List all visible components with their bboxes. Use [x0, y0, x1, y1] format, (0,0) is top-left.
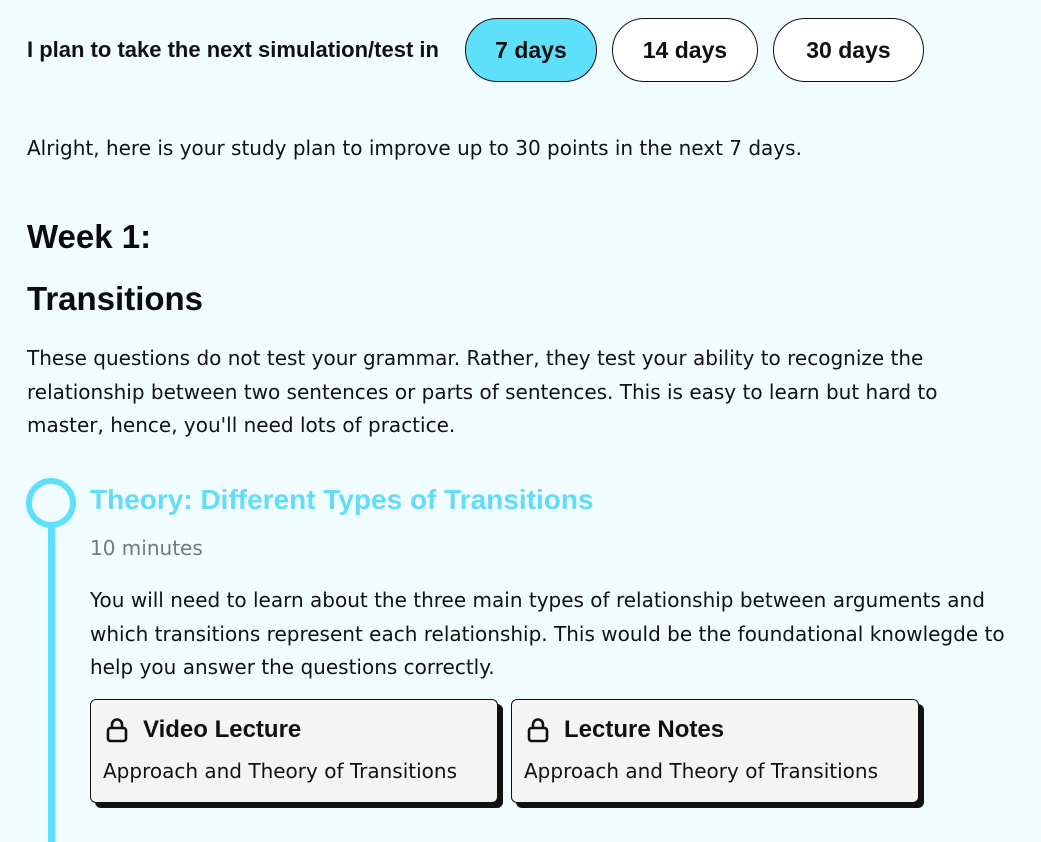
card-header: Video Lecture: [106, 716, 301, 744]
step-duration: 10 minutes: [90, 536, 203, 560]
card-header: Lecture Notes: [527, 716, 724, 744]
study-plan-intro: Alright, here is your study plan to impr…: [27, 136, 802, 160]
topic-title: Transitions: [27, 280, 204, 317]
option-30-days-button[interactable]: 30 days: [772, 18, 924, 82]
option-14-days-button[interactable]: 14 days: [611, 18, 758, 82]
week-title: Week 1:: [27, 218, 152, 255]
timeline-node: [26, 478, 76, 528]
card-resource-name: Approach and Theory of Transitions: [524, 759, 878, 783]
lecture-notes-card[interactable]: Lecture Notes Approach and Theory of Tra…: [511, 699, 919, 803]
lock-icon: [106, 717, 128, 743]
video-lecture-card[interactable]: Video Lecture Approach and Theory of Tra…: [90, 699, 498, 803]
card-resource-name: Approach and Theory of Transitions: [103, 759, 457, 783]
step-title[interactable]: Theory: Different Types of Transitions: [90, 484, 594, 516]
plan-label: I plan to take the next simulation/test …: [27, 37, 439, 62]
step-description: You will need to learn about the three m…: [90, 588, 1005, 679]
timeline-line: [48, 522, 55, 842]
card-type-label: Lecture Notes: [564, 716, 725, 743]
option-7-days-button[interactable]: 7 days: [464, 18, 597, 82]
lock-icon: [527, 717, 549, 743]
card-type-label: Video Lecture: [143, 716, 302, 743]
topic-description: These questions do not test your grammar…: [27, 346, 938, 437]
test-timing-selector: I plan to take the next simulation/test …: [27, 17, 939, 83]
